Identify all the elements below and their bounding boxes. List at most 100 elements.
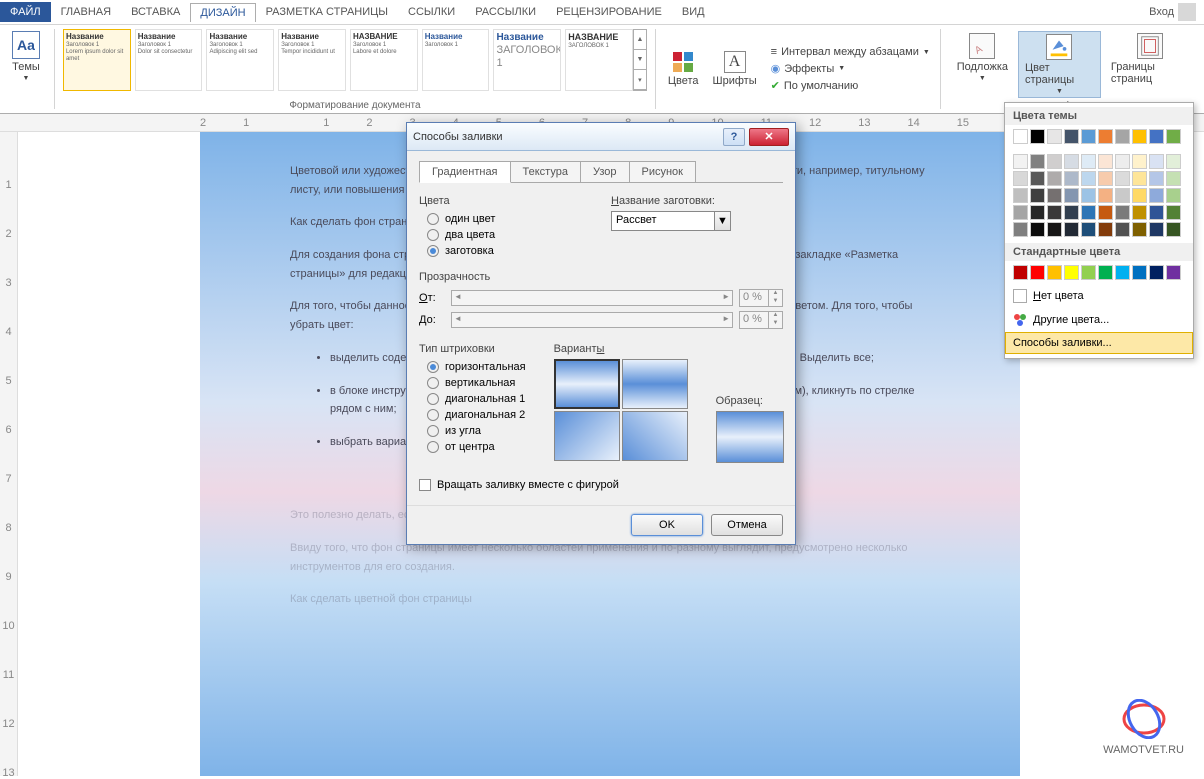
color-swatch[interactable]	[1166, 265, 1181, 280]
login-button[interactable]: Вход	[1141, 3, 1204, 21]
color-swatch[interactable]	[1166, 205, 1181, 220]
tab-file[interactable]: ФАЙЛ	[0, 2, 51, 22]
color-swatch[interactable]	[1047, 222, 1062, 237]
preset-select[interactable]: Рассвет▼	[611, 211, 731, 231]
color-swatch[interactable]	[1098, 188, 1113, 203]
color-swatch[interactable]	[1013, 154, 1028, 169]
color-swatch[interactable]	[1013, 171, 1028, 186]
color-swatch[interactable]	[1064, 171, 1079, 186]
dialog-titlebar[interactable]: Способы заливки ? ✕	[407, 123, 795, 151]
tab-review[interactable]: РЕЦЕНЗИРОВАНИЕ	[546, 2, 672, 22]
tab-design[interactable]: ДИЗАЙН	[190, 3, 255, 22]
color-swatch[interactable]	[1098, 222, 1113, 237]
color-swatch[interactable]	[1098, 265, 1113, 280]
color-swatch[interactable]	[1132, 129, 1147, 144]
color-swatch[interactable]	[1081, 222, 1096, 237]
tab-references[interactable]: ССЫЛКИ	[398, 2, 465, 22]
color-swatch[interactable]	[1047, 171, 1062, 186]
paragraph-spacing-button[interactable]: ≡Интервал между абзацами▼	[771, 46, 930, 58]
variant-3[interactable]	[554, 411, 620, 461]
radio-one-color[interactable]: один цвет	[419, 211, 591, 227]
fill-effects-item[interactable]: Способы заливки...	[1005, 332, 1193, 354]
style-item[interactable]: НазваниеЗаголовок 1Tempor incididunt ut	[278, 29, 346, 91]
color-swatch[interactable]	[1047, 188, 1062, 203]
fonts-button[interactable]: A Шрифты	[709, 49, 761, 89]
tab-layout[interactable]: РАЗМЕТКА СТРАНИЦЫ	[256, 2, 398, 22]
color-swatch[interactable]	[1166, 188, 1181, 203]
variant-2[interactable]	[622, 359, 688, 409]
color-swatch[interactable]	[1064, 188, 1079, 203]
color-swatch[interactable]	[1149, 205, 1164, 220]
color-swatch[interactable]	[1064, 205, 1079, 220]
color-swatch[interactable]	[1149, 154, 1164, 169]
rotate-with-shape-checkbox[interactable]: Вращать заливку вместе с фигурой	[419, 475, 783, 495]
color-swatch[interactable]	[1115, 188, 1130, 203]
tab-home[interactable]: ГЛАВНАЯ	[51, 2, 121, 22]
variant-1[interactable]	[554, 359, 620, 409]
page-color-button[interactable]: Цвет страницы▼	[1018, 31, 1101, 98]
color-swatch[interactable]	[1132, 265, 1147, 280]
radio-two-colors[interactable]: два цвета	[419, 227, 591, 243]
more-colors-item[interactable]: Другие цвета...	[1005, 308, 1193, 332]
color-swatch[interactable]	[1013, 205, 1028, 220]
color-swatch[interactable]	[1030, 154, 1045, 169]
color-swatch[interactable]	[1081, 171, 1096, 186]
color-swatch[interactable]	[1115, 154, 1130, 169]
color-swatch[interactable]	[1030, 129, 1045, 144]
color-swatch[interactable]	[1166, 154, 1181, 169]
color-swatch[interactable]	[1030, 265, 1045, 280]
color-swatch[interactable]	[1132, 205, 1147, 220]
color-swatch[interactable]	[1098, 205, 1113, 220]
tab-picture[interactable]: Рисунок	[629, 161, 697, 183]
color-swatch[interactable]	[1081, 188, 1096, 203]
color-swatch[interactable]	[1115, 205, 1130, 220]
color-swatch[interactable]	[1132, 171, 1147, 186]
color-swatch[interactable]	[1013, 222, 1028, 237]
color-swatch[interactable]	[1149, 129, 1164, 144]
tab-gradient[interactable]: Градиентная	[419, 161, 511, 183]
page-borders-button[interactable]: Границы страниц	[1105, 31, 1196, 98]
color-swatch[interactable]	[1166, 222, 1181, 237]
style-item[interactable]: НазваниеЗаголовок 1Adipiscing elit sed	[206, 29, 274, 91]
cancel-button[interactable]: Отмена	[711, 514, 783, 536]
style-item[interactable]: НазваниеЗАГОЛОВОК 1	[493, 29, 561, 91]
color-swatch[interactable]	[1098, 154, 1113, 169]
color-swatch[interactable]	[1047, 154, 1062, 169]
color-swatch[interactable]	[1081, 154, 1096, 169]
style-item[interactable]: НАЗВАНИЕЗаголовок 1Labore et dolore	[350, 29, 418, 91]
color-swatch[interactable]	[1064, 129, 1079, 144]
dialog-close-button[interactable]: ✕	[749, 128, 789, 146]
color-swatch[interactable]	[1013, 188, 1028, 203]
style-item[interactable]: НазваниеЗаголовок 1Lorem ipsum dolor sit…	[63, 29, 131, 91]
color-swatch[interactable]	[1115, 222, 1130, 237]
color-swatch[interactable]	[1132, 154, 1147, 169]
color-swatch[interactable]	[1081, 265, 1096, 280]
radio-from-corner[interactable]: из угла	[419, 423, 534, 439]
ruler-vertical[interactable]: 12345678910111213	[0, 132, 18, 776]
tab-insert[interactable]: ВСТАВКА	[121, 2, 190, 22]
color-swatch[interactable]	[1166, 129, 1181, 144]
color-swatch[interactable]	[1098, 171, 1113, 186]
color-swatch[interactable]	[1149, 222, 1164, 237]
color-swatch[interactable]	[1132, 188, 1147, 203]
tab-pattern[interactable]: Узор	[580, 161, 630, 183]
color-swatch[interactable]	[1047, 205, 1062, 220]
radio-vertical[interactable]: вертикальная	[419, 375, 534, 391]
color-swatch[interactable]	[1013, 129, 1028, 144]
color-swatch[interactable]	[1030, 222, 1045, 237]
color-swatch[interactable]	[1047, 129, 1062, 144]
color-swatch[interactable]	[1115, 129, 1130, 144]
to-slider[interactable]	[451, 312, 733, 328]
radio-diagonal-1[interactable]: диагональная 1	[419, 391, 534, 407]
color-swatch[interactable]	[1030, 205, 1045, 220]
tab-mailings[interactable]: РАССЫЛКИ	[465, 2, 546, 22]
color-swatch[interactable]	[1030, 171, 1045, 186]
style-item[interactable]: НазваниеЗаголовок 1Dolor sit consectetur	[135, 29, 203, 91]
variant-4[interactable]	[622, 411, 688, 461]
dialog-help-button[interactable]: ?	[723, 128, 745, 146]
style-item[interactable]: НАЗВАНИЕЗАГОЛОВОК 1	[565, 29, 633, 91]
color-swatch[interactable]	[1081, 129, 1096, 144]
set-default-button[interactable]: ✔По умолчанию	[771, 79, 930, 92]
color-swatch[interactable]	[1081, 205, 1096, 220]
color-swatch[interactable]	[1166, 171, 1181, 186]
